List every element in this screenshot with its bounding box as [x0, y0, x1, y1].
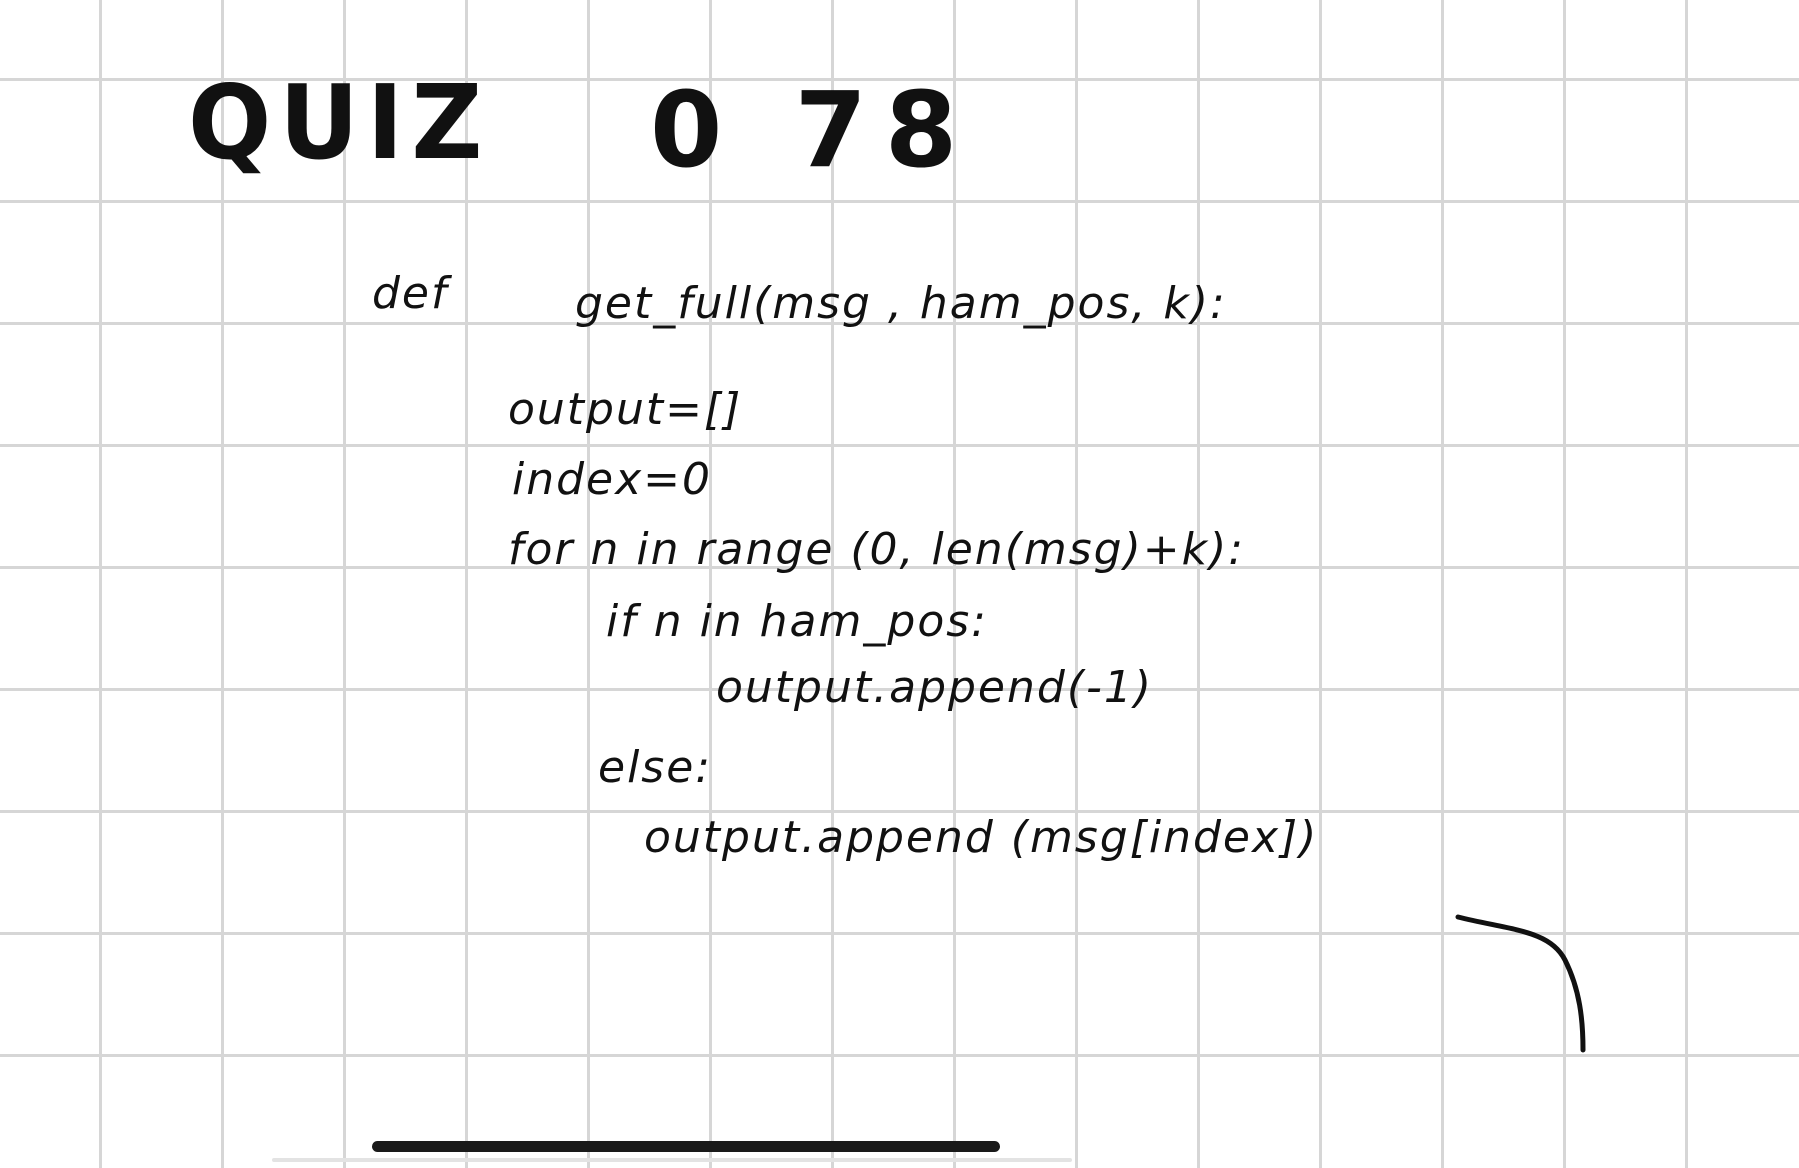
notebook-page: QUIZ 0 78 def get_full(msg , ham_pos, k)… — [0, 0, 1799, 1168]
code-line-output-init: output=[] — [508, 384, 743, 435]
code-line-index-init: index=0 — [512, 454, 713, 505]
code-line-for-loop: for n in range (0, len(msg)+k): — [508, 524, 1246, 575]
home-indicator-bar-icon[interactable] — [372, 1141, 1000, 1152]
function-signature: get_full(msg , ham_pos, k): — [575, 278, 1227, 329]
def-keyword: def — [372, 268, 449, 319]
code-line-else: else: — [598, 742, 713, 793]
code-line-append-neg: output.append(-1) — [716, 662, 1154, 713]
curved-pen-stroke-icon — [1455, 914, 1586, 1053]
home-indicator-shadow — [272, 1158, 1072, 1162]
code-line-append-msg: output.append (msg[index]) — [644, 812, 1319, 863]
code-line-if: if n in ham_pos: — [606, 596, 988, 647]
quiz-number: 0 78 — [650, 69, 976, 191]
quiz-heading: QUIZ — [188, 63, 491, 184]
